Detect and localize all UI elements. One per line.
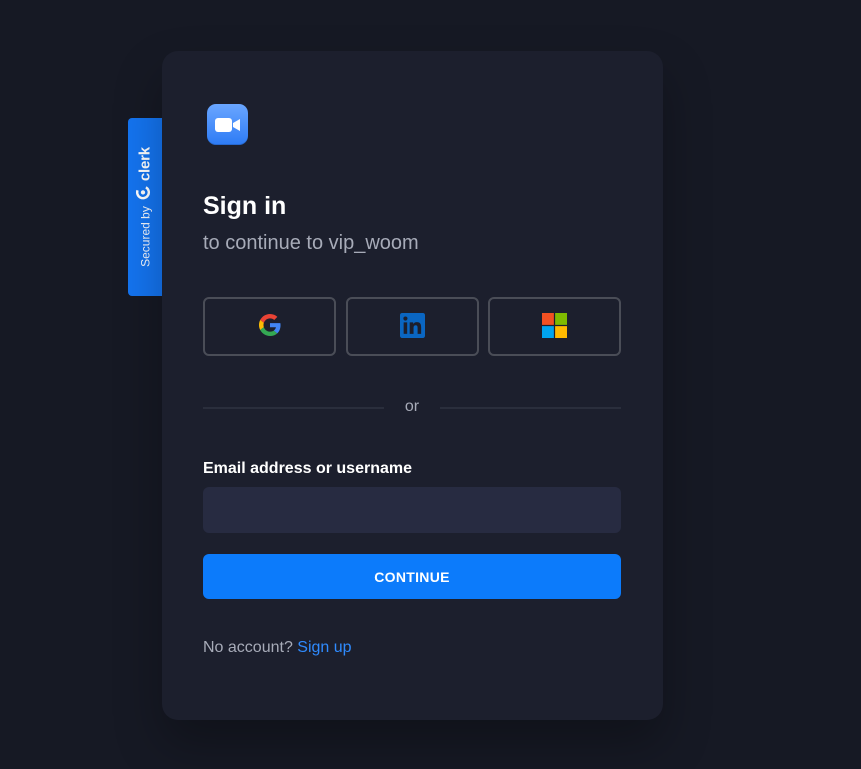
divider-line-left: [203, 407, 384, 409]
secured-by-text: Secured by: [138, 206, 152, 267]
no-account-text: No account?: [203, 639, 293, 656]
sign-up-link[interactable]: Sign up: [297, 639, 351, 656]
google-sign-in-button[interactable]: [203, 297, 336, 356]
linkedin-icon: [400, 312, 425, 341]
google-icon: [258, 314, 281, 339]
divider-or-text: or: [404, 398, 420, 415]
page-title: Sign in: [203, 192, 287, 220]
video-camera-icon: [207, 104, 248, 145]
email-field[interactable]: [203, 487, 621, 533]
email-field-label: Email address or username: [203, 460, 412, 477]
footer-signup-prompt: No account? Sign up: [203, 639, 352, 657]
secured-by-clerk-badge[interactable]: Secured by clerk: [128, 118, 162, 296]
sign-in-card: [162, 51, 663, 720]
page-subtitle: to continue to vip_woom: [203, 232, 419, 254]
clerk-logo-icon: [135, 185, 155, 200]
microsoft-icon: [542, 312, 567, 341]
divider-line-right: [440, 407, 621, 409]
continue-button[interactable]: CONTINUE: [203, 554, 621, 599]
page-background: Secured by clerk Sign in to continue to …: [0, 0, 861, 769]
clerk-brand-text: clerk: [136, 147, 154, 182]
linkedin-sign-in-button[interactable]: [346, 297, 479, 356]
microsoft-sign-in-button[interactable]: [488, 297, 621, 356]
